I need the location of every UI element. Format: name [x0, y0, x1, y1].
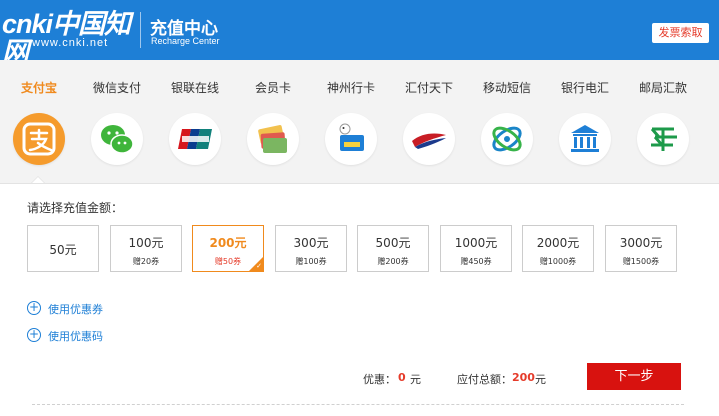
content-divider: [0, 183, 719, 184]
tab-member-card[interactable]: 会员卡: [234, 60, 312, 182]
amount-value: 300元: [293, 236, 329, 250]
tab-label: 微信支付: [92, 81, 141, 95]
amount-value: 2000元: [536, 236, 580, 250]
total-unit: 元: [535, 373, 546, 386]
amount-coupon: 赠450券: [460, 257, 492, 266]
tab-label: 移动短信: [482, 81, 531, 95]
total-label: 应付总额：: [457, 373, 512, 386]
tab-china-mobile-sms[interactable]: 移动短信: [468, 60, 546, 182]
amount-value: 200元: [209, 236, 247, 250]
tab-unionpay[interactable]: 银联在线: [156, 60, 234, 182]
tab-bank-transfer[interactable]: 银行电汇: [546, 60, 624, 182]
cnki-logo[interactable]: cnki中国知网 www.cnki.net: [2, 10, 134, 66]
use-coupon-label: 使用优惠券: [48, 303, 103, 316]
shenzhouxing-icon: [325, 113, 377, 165]
amount-value: 100元: [128, 236, 164, 250]
amount-option-50[interactable]: 50元: [27, 225, 99, 272]
next-step-button[interactable]: 下一步: [587, 363, 681, 390]
unionpay-icon: [169, 113, 221, 165]
tab-chinapnr[interactable]: 汇付天下: [390, 60, 468, 182]
page-subtitle: Recharge Center: [151, 36, 220, 46]
tab-wechat-pay[interactable]: 微信支付: [78, 60, 156, 182]
tab-label: 支付宝: [20, 81, 57, 95]
member-card-icon: [247, 113, 299, 165]
amount-option-200[interactable]: 200元 赠50券 ✓: [192, 225, 264, 272]
total-value: 200: [512, 371, 535, 384]
header-bar: cnki中国知网 www.cnki.net 充值中心 Recharge Cent…: [0, 0, 719, 66]
amount-option-1000[interactable]: 1000元 赠450券: [440, 225, 512, 272]
tab-label: 汇付天下: [404, 81, 453, 95]
discount-unit: 元: [410, 373, 421, 386]
plus-circle-icon: +: [27, 327, 41, 342]
plus-circle-icon: +: [27, 300, 41, 315]
alipay-icon: [13, 113, 65, 165]
amount-coupon: 赠100券: [295, 257, 327, 266]
amount-coupon: 赠20券: [132, 257, 160, 266]
amount-prompt: 请选择充值金额：: [27, 201, 124, 215]
payment-method-tabs: 支付宝 微信支付 银联在线 会员卡 神州行卡 汇付天下 移动短信 银行电汇 邮局…: [0, 60, 719, 184]
wechat-icon: [91, 113, 143, 165]
discount-label: 优惠：: [363, 373, 396, 386]
bank-icon: [559, 113, 611, 165]
bottom-divider: [32, 404, 684, 405]
amount-value: 500元: [375, 236, 411, 250]
header-divider: [140, 12, 141, 48]
logo-url: www.cnki.net: [32, 37, 109, 49]
post-office-icon: [637, 113, 689, 165]
discount-value: 0: [398, 371, 406, 384]
amount-option-3000[interactable]: 3000元 赠1500券: [605, 225, 677, 272]
amount-value: 3000元: [619, 236, 663, 250]
amount-option-500[interactable]: 500元 赠200券: [357, 225, 429, 272]
amount-coupon: 赠200券: [377, 257, 409, 266]
tab-label: 神州行卡: [326, 81, 375, 95]
amount-coupon: 赠1000券: [539, 257, 577, 266]
tab-label: 邮局汇款: [638, 81, 687, 95]
amount-coupon: 赠1500券: [622, 257, 660, 266]
amount-option-300[interactable]: 300元 赠100券: [275, 225, 347, 272]
tab-label: 银联在线: [170, 81, 219, 95]
china-mobile-icon: [481, 113, 533, 165]
tab-post-office-remittance[interactable]: 邮局汇款: [624, 60, 702, 182]
amount-value: 1000元: [454, 236, 498, 250]
chinapnr-icon: [403, 113, 455, 165]
amount-value: 50元: [49, 243, 77, 257]
tab-label: 会员卡: [254, 81, 291, 95]
check-icon: ✓: [256, 262, 262, 270]
tab-alipay[interactable]: 支付宝: [0, 60, 78, 184]
tab-label: 银行电汇: [560, 81, 609, 95]
amount-option-2000[interactable]: 2000元 赠1000券: [522, 225, 594, 272]
use-promo-code-label: 使用优惠码: [48, 330, 103, 343]
invoice-button[interactable]: 发票索取: [652, 23, 709, 43]
tab-shenzhouxing-card[interactable]: 神州行卡: [312, 60, 390, 182]
amount-option-100[interactable]: 100元 赠20券: [110, 225, 182, 272]
